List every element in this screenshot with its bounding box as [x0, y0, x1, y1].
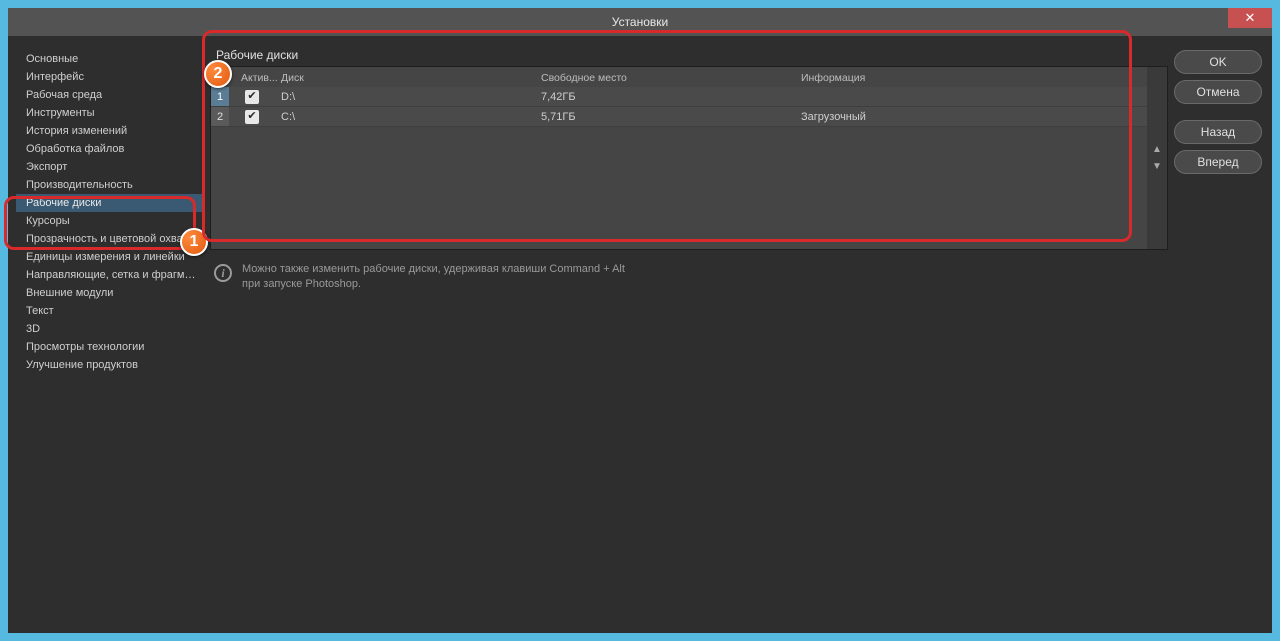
preferences-window: Установки ✕ ОсновныеИнтерфейсРабочая сре…: [8, 8, 1272, 633]
sidebar-item[interactable]: Рабочая среда: [16, 86, 204, 104]
hint-text: Можно также изменить рабочие диски, удер…: [242, 262, 625, 293]
window-title: Установки: [612, 15, 668, 29]
sidebar-item[interactable]: Основные: [16, 50, 204, 68]
active-checkbox[interactable]: ✔: [245, 110, 259, 124]
table-row[interactable]: 1 ✔ D:\7,42ГБ: [211, 87, 1147, 107]
sidebar-item[interactable]: Единицы измерения и линейки: [16, 248, 204, 266]
row-number: 1: [211, 87, 229, 106]
sidebar-item[interactable]: Рабочие диски: [16, 194, 204, 212]
col-header-drive[interactable]: Диск: [281, 72, 541, 84]
table-row[interactable]: 2 ✔ C:\5,71ГБЗагрузочный: [211, 107, 1147, 127]
table-header: Актив... Диск Свободное место Информация: [211, 67, 1147, 87]
move-down-button[interactable]: ▼: [1152, 161, 1162, 172]
cancel-button[interactable]: Отмена: [1174, 80, 1262, 104]
sidebar-item[interactable]: Производительность: [16, 176, 204, 194]
move-up-button[interactable]: ▲: [1152, 144, 1162, 155]
active-cell: ✔: [229, 90, 281, 104]
sidebar-item[interactable]: Интерфейс: [16, 68, 204, 86]
content-area: ОсновныеИнтерфейсРабочая средаИнструмент…: [8, 36, 1272, 633]
close-button[interactable]: ✕: [1228, 8, 1272, 28]
next-button[interactable]: Вперед: [1174, 150, 1262, 174]
drive-cell: C:\: [281, 111, 541, 123]
sidebar-item[interactable]: Курсоры: [16, 212, 204, 230]
sidebar-item[interactable]: 3D: [16, 320, 204, 338]
sidebar-item[interactable]: Направляющие, сетка и фрагменты: [16, 266, 204, 284]
titlebar: Установки ✕: [8, 8, 1272, 36]
reorder-controls: ▲ ▼: [1147, 67, 1167, 249]
sidebar-item[interactable]: Просмотры технологии: [16, 338, 204, 356]
sidebar-item[interactable]: Улучшение продуктов: [16, 356, 204, 374]
scratch-disks-table: Актив... Диск Свободное место Информация…: [211, 67, 1147, 249]
col-header-free[interactable]: Свободное место: [541, 72, 801, 84]
sidebar-item[interactable]: Инструменты: [16, 104, 204, 122]
close-icon: ✕: [1245, 10, 1256, 26]
sidebar-item[interactable]: Экспорт: [16, 158, 204, 176]
scratch-disks-panel: Актив... Диск Свободное место Информация…: [210, 66, 1168, 250]
hint-row: i Можно также изменить рабочие диски, уд…: [210, 250, 1168, 297]
info-icon: i: [214, 264, 232, 282]
ok-button[interactable]: OK: [1174, 50, 1262, 74]
active-cell: ✔: [229, 110, 281, 124]
prev-button[interactable]: Назад: [1174, 120, 1262, 144]
free-cell: 5,71ГБ: [541, 111, 801, 123]
sidebar-item[interactable]: Внешние модули: [16, 284, 204, 302]
main-panel: Рабочие диски Актив... Диск Свободное ме…: [210, 48, 1168, 621]
sidebar-item[interactable]: Текст: [16, 302, 204, 320]
info-cell: Загрузочный: [801, 111, 1147, 123]
sidebar-item[interactable]: История изменений: [16, 122, 204, 140]
panel-title: Рабочие диски: [210, 48, 1168, 66]
sidebar-item[interactable]: Прозрачность и цветовой охват: [16, 230, 204, 248]
col-header-info[interactable]: Информация: [801, 72, 1147, 84]
active-checkbox[interactable]: ✔: [245, 90, 259, 104]
dialog-buttons: OK Отмена Назад Вперед: [1174, 48, 1262, 621]
sidebar-item[interactable]: Обработка файлов: [16, 140, 204, 158]
free-cell: 7,42ГБ: [541, 91, 801, 103]
row-number: 2: [211, 107, 229, 126]
category-sidebar: ОсновныеИнтерфейсРабочая средаИнструмент…: [16, 48, 204, 621]
drive-cell: D:\: [281, 91, 541, 103]
col-header-active[interactable]: Актив...: [229, 72, 281, 84]
